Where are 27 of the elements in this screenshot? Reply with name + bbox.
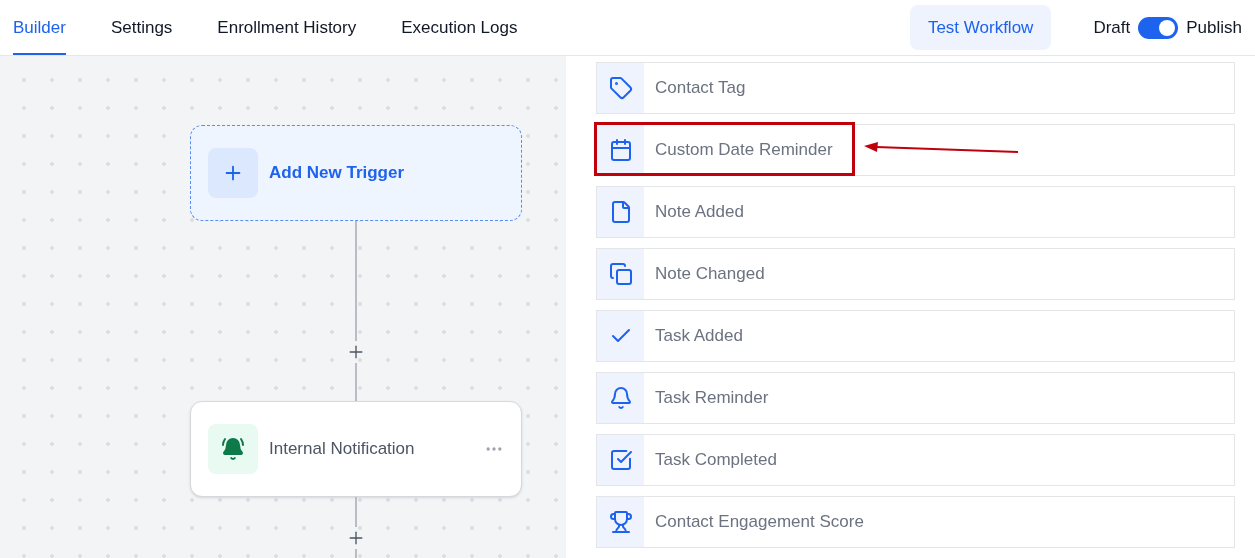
trigger-option[interactable]: Task Reminder [596, 372, 1235, 424]
bell-icon [608, 386, 633, 410]
add-icon [208, 148, 258, 198]
trigger-option[interactable]: Note Changed [596, 248, 1235, 300]
calendar-icon [608, 138, 633, 162]
bell-ringing-icon [208, 424, 258, 474]
tab[interactable]: Enrollment History [217, 0, 357, 55]
trigger-label: Add New Trigger [269, 162, 405, 185]
copy-icon [608, 262, 633, 286]
tab[interactable]: Execution Logs [401, 0, 518, 55]
tag-icon [608, 76, 633, 100]
add-trigger-card[interactable]: Add New Trigger [190, 125, 522, 221]
trigger-option[interactable]: Contact Engagement Score [596, 496, 1235, 548]
draft-label: Draft [1093, 16, 1131, 39]
trigger-option[interactable]: Task Added [596, 310, 1235, 362]
checkbox-icon [608, 448, 633, 472]
action-label: Internal Notification [269, 438, 415, 461]
trigger-option[interactable]: Task Completed [596, 434, 1235, 486]
publish-toggle[interactable] [1138, 16, 1179, 39]
test-workflow-button[interactable]: Test Workflow [909, 5, 1052, 50]
trophy-icon [608, 510, 633, 534]
trigger-option[interactable]: Note Added [596, 186, 1235, 238]
publish-label: Publish [1186, 16, 1242, 39]
trigger-option[interactable]: Custom Date Reminder [596, 124, 1235, 176]
action-card[interactable]: Internal Notification [190, 401, 522, 497]
tab[interactable]: Settings [110, 0, 173, 55]
trigger-option[interactable]: Contact Tag [596, 62, 1235, 114]
